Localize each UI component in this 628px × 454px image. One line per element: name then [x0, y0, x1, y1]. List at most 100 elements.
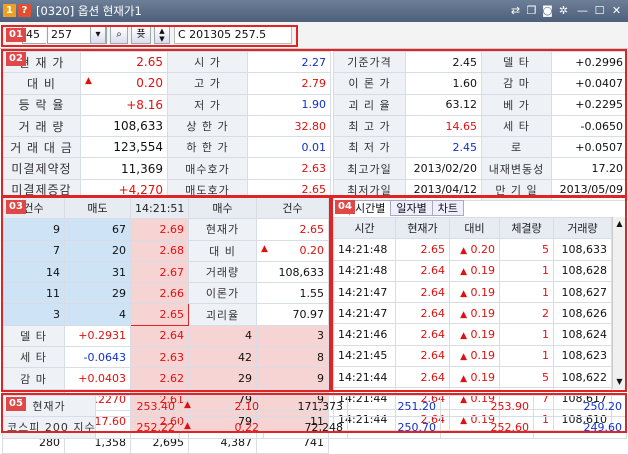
option-select-button[interactable]: 퓻: [131, 26, 151, 44]
ask-price[interactable]: 2.68: [130, 239, 189, 262]
field-value-text: 108,633: [113, 119, 163, 134]
table-row[interactable]: 14:21:47 2.64 ▲ 0.19 2 108,626: [333, 302, 612, 325]
trade-diff: ▲ 0.19: [449, 280, 500, 304]
field-value: 2.45: [405, 136, 482, 159]
info-value-text: 108,633: [278, 265, 325, 279]
trade-diff: ▲ 0.20: [449, 238, 500, 261]
info-value: 108,633: [256, 260, 329, 284]
summary-mid-table: 시 가 2.27 고 가 2.79 저 가 1.90 상 한 가 32.80 하 한 가 0.01…: [167, 50, 331, 202]
index-diff: ▲ 2.10: [179, 394, 264, 418]
field-label: 기준가격: [333, 50, 406, 74]
info-value: 2.65: [256, 218, 329, 241]
trade-volume: 1: [499, 280, 554, 304]
trade-price: 2.64: [395, 366, 450, 389]
summary-row: 내재변동성 17.20: [481, 157, 628, 180]
ask-price[interactable]: 2.69: [130, 218, 189, 241]
ask-count: 3: [2, 303, 65, 326]
stepper-icon[interactable]: ▲ ▼: [154, 26, 170, 44]
field-value-text: 2.27: [301, 55, 327, 69]
gear-icon[interactable]: ✲: [556, 3, 571, 18]
table-row[interactable]: 14:21:48 2.65 ▲ 0.20 5 108,633: [333, 238, 612, 261]
chevron-down-icon[interactable]: ▾: [90, 26, 106, 44]
index-row[interactable]: 현재가 253.40 ▲ 2.10 171,373 251.20 253.90 250.20: [2, 394, 627, 418]
field-value-text: 2.63: [301, 162, 327, 176]
maximize-icon[interactable]: ☐: [592, 3, 607, 18]
bid-price[interactable]: 2.62: [130, 367, 189, 390]
up-arrow-icon: ▲: [460, 288, 467, 299]
field-value: 0.01: [247, 136, 331, 159]
field-value: +0.2295: [551, 93, 628, 116]
bid-price[interactable]: 2.63: [130, 346, 189, 369]
up-arrow-icon: ▲: [460, 373, 467, 384]
field-label: 거 래 량: [2, 114, 81, 138]
trade-volume: 1: [499, 259, 554, 282]
ask-row[interactable]: 9 67 2.69 현재가 2.65: [2, 218, 329, 241]
trade-diff-text: 0.19: [470, 285, 496, 299]
camera-icon[interactable]: ◙: [540, 3, 555, 18]
summary-row: 고 가 2.79: [167, 72, 331, 95]
field-value: 2013/05/09: [551, 178, 628, 202]
trade-time: 14:21:48: [333, 238, 396, 261]
trade-cumulative: 108,627: [553, 280, 612, 304]
bid-row[interactable]: 세 타 -0.0643 2.63 42 8: [2, 346, 329, 369]
index-open: 251.20: [347, 394, 441, 418]
field-value-text: 32.80: [294, 119, 327, 133]
index-table: 현재가 253.40 ▲ 2.10 171,373 251.20 253.90 250.20 코…: [2, 394, 627, 439]
scroll-up-icon[interactable]: ▲: [613, 217, 626, 231]
field-label: 상 한 가: [167, 114, 248, 138]
bid-row[interactable]: 감 마 +0.0403 2.62 29 9: [2, 367, 329, 390]
tab-time[interactable]: 시간별: [349, 200, 392, 216]
close-icon[interactable]: ✕: [609, 3, 624, 18]
section-badge: 05: [6, 397, 26, 411]
summary-row: 기준가격 2.45: [333, 50, 482, 74]
trade-price: 2.64: [395, 344, 450, 368]
summary-right-table: 기준가격 2.45 이 론 가 1.60 괴 리 율 63.12 최 고 가 14.65 최 저…: [333, 50, 482, 202]
table-row[interactable]: 14:21:47 2.64 ▲ 0.19 1 108,627: [333, 280, 612, 304]
scroll-down-icon[interactable]: ▼: [613, 375, 626, 389]
trades-scrollbar[interactable]: ▲ ▼: [612, 217, 626, 389]
tab-chart[interactable]: 차트: [431, 200, 464, 216]
ask-price[interactable]: 2.67: [130, 260, 189, 284]
info-label: 괴리율: [188, 303, 257, 326]
ask-row[interactable]: 11 29 2.66 이론가 1.55: [2, 282, 329, 305]
ask-quantity: 4: [64, 303, 131, 326]
greek-value: -0.0643: [64, 346, 131, 369]
field-value: ▲ 0.20: [80, 72, 168, 95]
trade-price: 2.64: [395, 323, 450, 346]
greek-label: 세 타: [2, 346, 65, 369]
trades-header: 시간 현재가 대비 체결량 거래량: [333, 216, 612, 240]
ask-price[interactable]: 2.65: [130, 303, 189, 326]
tab-daily[interactable]: 일자별: [390, 200, 433, 216]
ask-row[interactable]: 7 20 2.68 대 비 ▲ 0.20: [2, 239, 329, 262]
info-value-text: 0.20: [299, 244, 325, 258]
help-icon[interactable]: ?: [18, 4, 31, 17]
bid-price[interactable]: 2.64: [130, 324, 189, 348]
table-row[interactable]: 14:21:44 2.64 ▲ 0.19 5 108,622: [333, 366, 612, 389]
search-icon[interactable]: ⌕: [110, 26, 128, 44]
table-row[interactable]: 14:21:45 2.64 ▲ 0.19 1 108,623: [333, 344, 612, 368]
summary-row: 거 래 대 금 123,554: [2, 136, 168, 159]
info-value-text: 70.97: [292, 308, 325, 322]
table-row[interactable]: 14:21:46 2.64 ▲ 0.19 1 108,624: [333, 323, 612, 346]
ask-row[interactable]: 14 31 2.67 거래량 108,633: [2, 260, 329, 284]
ask-row[interactable]: 3 4 2.65 괴리율 70.97: [2, 303, 329, 326]
bid-count: 8: [256, 346, 329, 369]
bid-row[interactable]: 델 타 +0.2931 2.64 4 3: [2, 324, 329, 348]
trade-time: 14:21:46: [333, 323, 396, 346]
field-value-text: 0.01: [301, 140, 327, 154]
trades-header-cell: 시간: [333, 216, 396, 240]
link-icon[interactable]: ⇄: [508, 3, 523, 18]
summary-row: 등 락 율 +8.16: [2, 93, 168, 116]
minimize-icon[interactable]: —: [575, 3, 590, 18]
copy-icon[interactable]: ❐: [524, 3, 539, 18]
field-value-text: 2013/04/12: [413, 183, 477, 197]
greek-label: 감 마: [2, 367, 65, 390]
table-row[interactable]: 14:21:48 2.64 ▲ 0.19 1 108,628: [333, 259, 612, 282]
trade-price: 2.64: [395, 259, 450, 282]
field-value: 2.79: [247, 72, 331, 95]
field-value: 11,369: [80, 157, 168, 180]
trade-cumulative: 108,624: [553, 323, 612, 346]
trade-cumulative: 108,628: [553, 259, 612, 282]
ask-price[interactable]: 2.66: [130, 282, 189, 305]
info-label: 현재가: [188, 218, 257, 241]
